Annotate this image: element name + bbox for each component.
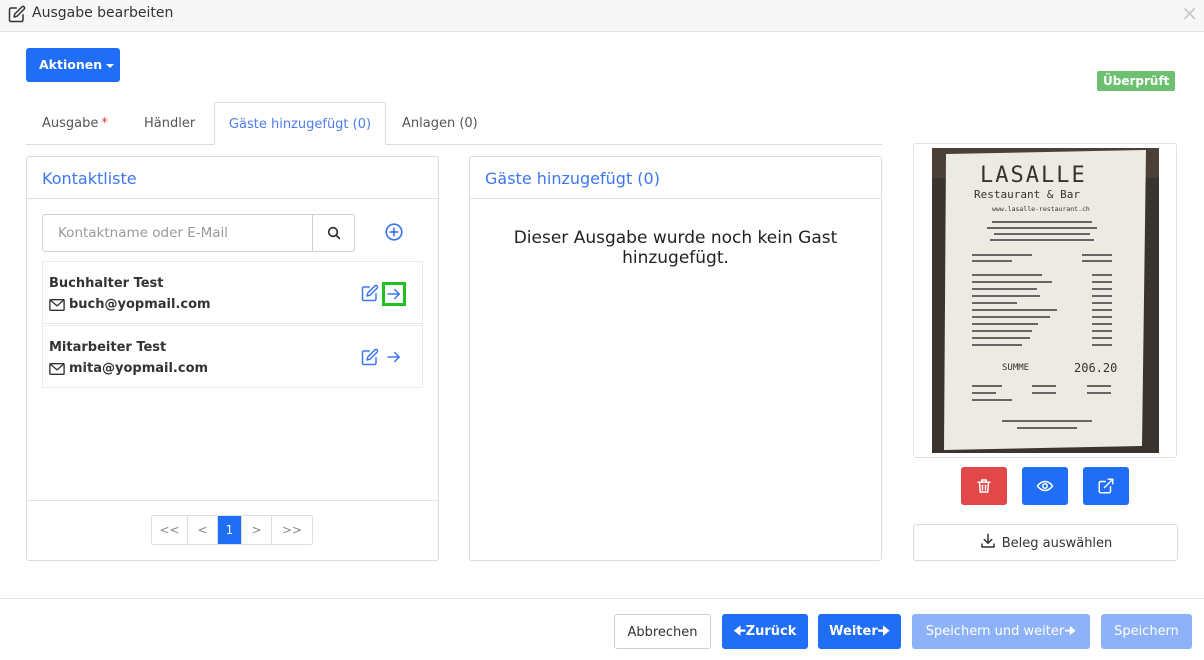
contact-name: Buchhalter Test (49, 276, 164, 291)
page-current[interactable]: 1 (218, 516, 242, 544)
back-label: Zurück (745, 624, 797, 639)
tab-gaeste[interactable]: Gäste hinzugefügt (0) (214, 102, 386, 145)
contact-name: Mitarbeiter Test (49, 340, 167, 355)
arrow-left-icon: 🠈 (733, 624, 746, 639)
add-guest-arrow-icon[interactable] (385, 348, 403, 366)
required-marker: * (101, 116, 108, 131)
select-receipt-button[interactable]: Beleg auswählen (913, 524, 1178, 561)
footer-divider (0, 598, 1204, 599)
eye-icon (1036, 480, 1054, 492)
select-receipt-label: Beleg auswählen (1001, 536, 1113, 551)
next-label: Weiter (829, 624, 878, 639)
guests-panel: Gäste hinzugefügt (0) Dieser Ausgabe wur… (469, 156, 882, 561)
actions-label: Aktionen (39, 57, 103, 72)
modal-titlebar: Ausgabe bearbeiten × (0, 0, 1204, 32)
status-badge: Überprüft (1097, 71, 1176, 91)
contact-list-panel: Kontaktliste Buchhalter Test buch@yopmai… (26, 156, 439, 561)
external-link-icon (1098, 478, 1114, 494)
save-and-next-button[interactable]: Speichern und weiter🠊 (912, 614, 1090, 649)
cancel-button[interactable]: Abbrechen (614, 614, 711, 649)
guests-panel-title: Gäste hinzugefügt (0) (470, 157, 881, 199)
contact-item: Mitarbeiter Test mita@yopmail.com (42, 325, 423, 388)
contact-search-input[interactable] (43, 215, 313, 251)
edit-contact-icon[interactable] (361, 284, 379, 302)
save-next-label: Speichern und weiter (925, 624, 1065, 639)
arrow-right-icon: 🠊 (877, 624, 890, 639)
contact-search (42, 214, 355, 252)
contact-list-title: Kontaktliste (27, 157, 438, 199)
save-button[interactable]: Speichern (1101, 614, 1192, 649)
empty-guests-message: Dieser Ausgabe wurde noch kein Gast hinz… (513, 228, 838, 268)
search-icon (327, 226, 341, 240)
svg-text:LASALLE: LASALLE (980, 163, 1087, 188)
tab-bar: Ausgabe * Händler Gäste hinzugefügt (0) A… (26, 102, 882, 145)
tab-anlagen[interactable]: Anlagen (0) (402, 102, 478, 145)
svg-text:SUMME: SUMME (1002, 363, 1029, 373)
next-button[interactable]: Weiter🠊 (818, 614, 901, 649)
modal-title: Ausgabe bearbeiten (32, 5, 174, 21)
page-prev[interactable]: < (188, 516, 218, 544)
download-icon (980, 533, 995, 548)
actions-dropdown-button[interactable]: Aktionen (26, 48, 120, 82)
edit-icon (8, 5, 26, 23)
svg-text:206.20: 206.20 (1074, 361, 1117, 375)
back-button[interactable]: 🠈Zurück (722, 614, 808, 649)
svg-text:www.lasalle-restaurant.ch: www.lasalle-restaurant.ch (992, 205, 1090, 213)
arrow-right-icon: 🠊 (1064, 624, 1077, 639)
edit-contact-icon[interactable] (361, 348, 379, 366)
page-first[interactable]: << (152, 516, 188, 544)
delete-receipt-button[interactable] (961, 467, 1007, 505)
tab-haendler[interactable]: Händler (144, 102, 195, 145)
trash-icon (977, 479, 991, 493)
receipt-image[interactable]: LASALLE Restaurant & Bar www.lasalle-res… (932, 148, 1159, 453)
contact-item: Buchhalter Test buch@yopmail.com (42, 261, 423, 324)
contact-email: mita@yopmail.com (69, 361, 209, 376)
add-contact-icon[interactable] (383, 221, 405, 243)
close-icon[interactable]: × (1181, 2, 1198, 24)
add-guest-arrow-icon[interactable] (382, 282, 406, 306)
svg-text:Restaurant & Bar: Restaurant & Bar (974, 188, 1080, 201)
open-receipt-button[interactable] (1083, 467, 1129, 505)
contact-email: buch@yopmail.com (69, 297, 211, 312)
mail-icon (49, 299, 65, 311)
mail-icon (49, 363, 65, 375)
contact-list-footer: << < 1 > >> (27, 500, 438, 560)
receipt-preview: LASALLE Restaurant & Bar www.lasalle-res… (913, 143, 1177, 458)
tab-label: Anlagen (0) (402, 116, 478, 131)
pagination: << < 1 > >> (151, 515, 313, 545)
tab-label: Händler (144, 116, 196, 131)
caret-down-icon (106, 63, 115, 68)
tab-ausgabe[interactable]: Ausgabe * (42, 102, 108, 145)
tab-label: Ausgabe (42, 116, 99, 131)
search-button[interactable] (312, 215, 354, 251)
page-next[interactable]: > (242, 516, 272, 544)
page-last[interactable]: >> (272, 516, 312, 544)
tab-label: Gäste hinzugefügt (0) (228, 117, 372, 132)
view-receipt-button[interactable] (1022, 467, 1068, 505)
